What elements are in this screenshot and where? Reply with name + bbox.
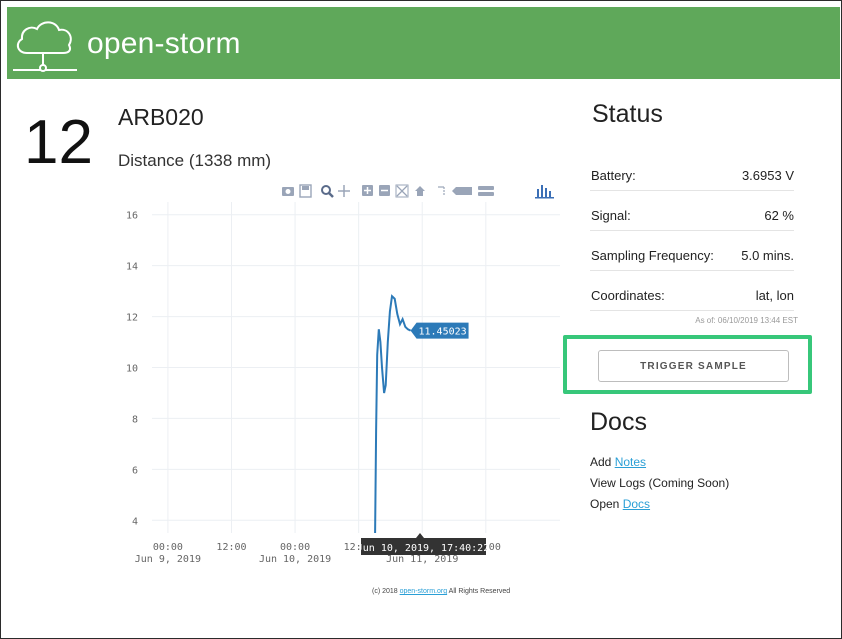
status-row: Signal: 62 %	[590, 190, 794, 231]
notes-link[interactable]: Notes	[615, 455, 646, 469]
trigger-sample-button[interactable]: TRIGGER SAMPLE	[598, 350, 789, 382]
status-label: Sampling Frequency:	[591, 248, 714, 263]
docs-title: Docs	[590, 408, 647, 436]
metric-label: Distance (1338 mm)	[118, 151, 272, 170]
docs-view-logs: View Logs (Coming Soon)	[590, 476, 730, 490]
footer: (c) 2018 open-storm.org All Rights Reser…	[372, 588, 510, 595]
x-tick-label: 00:00	[153, 542, 183, 553]
footer-link[interactable]: open-storm.org	[400, 588, 447, 595]
status-value: lat, lon	[755, 288, 794, 303]
docs-open-prefix: Open	[590, 497, 623, 511]
series-line	[374, 294, 412, 534]
cloud-network-icon	[13, 21, 77, 72]
docs-link[interactable]: Docs	[623, 497, 650, 511]
x-tick-label: 00:00	[280, 542, 310, 553]
status-row: Coordinates: lat, lon	[590, 270, 794, 311]
hover-time-label: Jun 10, 2019, 17:40:22	[357, 543, 489, 554]
docs-add-prefix: Add	[590, 455, 615, 469]
y-tick-label: 8	[132, 414, 138, 425]
app-header: open-storm	[7, 7, 840, 79]
status-row: Sampling Frequency: 5.0 mins.	[590, 230, 794, 271]
y-tick-label: 10	[126, 364, 138, 375]
site-name: ARB020	[118, 104, 204, 130]
y-tick-label: 6	[132, 465, 138, 476]
x-tick-label: 12:00	[216, 542, 246, 553]
y-tick-label: 12	[126, 313, 138, 324]
status-label: Signal:	[591, 208, 631, 223]
x-tick-date-label: Jun 10, 2019	[259, 554, 331, 565]
status-value: 62 %	[764, 208, 794, 223]
status-label: Battery:	[591, 168, 636, 183]
y-tick-label: 4	[132, 516, 138, 527]
y-tick-label: 16	[126, 211, 138, 222]
distance-chart[interactable]: 4681012141600:00Jun 9, 201912:00 00:00Jun…	[110, 190, 570, 580]
status-title: Status	[592, 100, 663, 128]
status-value: 3.6953 V	[741, 168, 794, 183]
docs-open-docs: Open Docs	[590, 497, 650, 511]
brand-name[interactable]: open-storm	[87, 27, 241, 61]
as-of-timestamp: As of: 06/10/2019 13:44 EST	[695, 316, 798, 325]
hover-value-label: 11.45023	[418, 327, 466, 338]
status-row: Battery: 3.6953 V	[590, 150, 794, 191]
status-label: Coordinates:	[591, 288, 665, 303]
footer-prefix: (c) 2018	[372, 588, 400, 595]
x-tick-date-label: Jun 11, 2019	[386, 554, 458, 565]
status-value: 5.0 mins.	[741, 248, 794, 263]
docs-add-notes: Add Notes	[590, 455, 646, 469]
y-tick-label: 14	[126, 262, 138, 273]
footer-suffix: All Rights Reserved	[447, 588, 511, 595]
x-tick-date-label: Jun 9, 2019	[135, 554, 201, 565]
site-number: 12	[24, 108, 93, 177]
